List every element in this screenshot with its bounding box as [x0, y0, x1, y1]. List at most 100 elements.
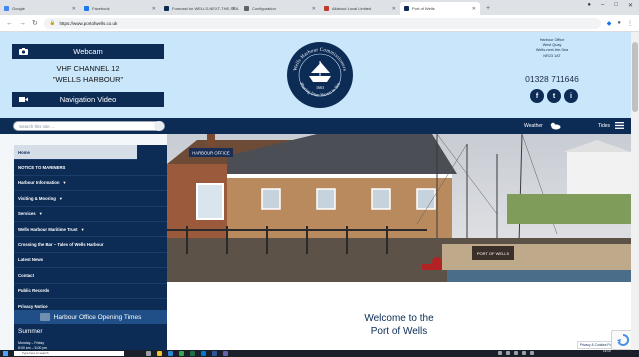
menu-icon[interactable]: ⋮ — [627, 20, 633, 27]
taskbar-clock[interactable]: 13:10 — [603, 349, 611, 354]
sidebar-item-services[interactable]: Services ▼ — [14, 207, 167, 222]
browser-tab[interactable]: Forecast for WELLS-NEXT-THE-SEA ✕ — [160, 2, 240, 15]
maximize-icon[interactable]: □ — [614, 2, 618, 9]
wifi-icon[interactable] — [522, 351, 526, 355]
new-tab-button[interactable]: + — [480, 2, 496, 15]
harbour-office-address: Harbour Office West Quay Wells-next-the-… — [498, 38, 606, 59]
page-scrollbar[interactable] — [631, 32, 639, 350]
minimize-icon[interactable]: – — [601, 2, 604, 9]
mail-icon[interactable] — [168, 351, 173, 356]
close-tab-icon[interactable]: ✕ — [232, 6, 236, 12]
webcam-button[interactable]: Webcam — [12, 44, 164, 59]
close-tab-icon[interactable]: ✕ — [72, 6, 76, 12]
sidebar-item-maritime-trust[interactable]: Wells Harbour Maritime Trust ▼ — [14, 222, 167, 238]
tab-label: Forecast for WELLS-NEXT-THE-SEA — [172, 6, 239, 11]
phone-number[interactable]: 01328 711646 — [498, 74, 606, 84]
instagram-icon[interactable]: i — [564, 89, 578, 103]
sidebar-item-harbour-information[interactable]: Harbour Information ▼ — [14, 176, 167, 192]
close-tab-icon[interactable]: ✕ — [152, 6, 156, 12]
sidebar-item-visiting-mooring[interactable]: Visiting & Mooring ▼ — [14, 191, 167, 207]
chevron-down-icon: ▼ — [62, 180, 67, 186]
close-tab-icon[interactable]: ✕ — [392, 6, 396, 12]
chevron-down-icon: ▼ — [38, 211, 43, 217]
facebook-icon[interactable]: f — [530, 89, 544, 103]
sidebar-item-notice-to-mariners[interactable]: NOTICE TO MARINERS — [14, 160, 167, 176]
forward-icon[interactable]: → — [19, 20, 26, 27]
search-icon[interactable] — [154, 121, 164, 131]
excel-icon[interactable] — [190, 351, 195, 356]
sidebar-item-label: Harbour Information — [18, 180, 60, 186]
sidebar-item-label: Home — [18, 149, 30, 155]
welcome-section: Welcome to the Port of Wells — [167, 282, 631, 350]
volume-icon[interactable] — [530, 351, 534, 355]
close-tab-icon[interactable]: ✕ — [472, 6, 476, 12]
sidebar-item-contact[interactable]: Contact — [14, 268, 167, 284]
browser-tab[interactable]: Google ✕ — [0, 2, 80, 15]
sidebar-menu: Home NOTICE TO MARINERS Harbour Informat… — [14, 145, 167, 357]
sidebar-item-label: Crossing the Bar – Tales of Wells Harbou… — [18, 242, 104, 248]
sidebar-item-crossing-the-bar[interactable]: Crossing the Bar – Tales of Wells Harbou… — [14, 237, 167, 253]
season-heading: Summer — [18, 328, 43, 335]
sidebar-item-label: Visiting & Mooring — [18, 195, 56, 201]
reload-icon[interactable]: ↻ — [32, 19, 38, 27]
hamburger-menu-icon[interactable] — [615, 122, 625, 129]
tray-icon[interactable] — [498, 351, 502, 355]
svg-text:1663: 1663 — [316, 85, 324, 90]
search-placeholder: Search this site ... — [19, 123, 55, 129]
tray-icon[interactable] — [506, 351, 510, 355]
taskbar-search-input[interactable]: Type here to search — [14, 351, 124, 356]
sidebar-item-latest-news[interactable]: Latest News — [14, 253, 167, 269]
tides-label: Tides — [598, 122, 611, 129]
browser-tab-active[interactable]: Port of Wells ✕ — [400, 2, 480, 15]
harbour-photo: HARBOUR OFFICE PORT OF WELLS — [167, 134, 631, 282]
outlook-icon[interactable] — [201, 351, 206, 356]
sidebar-item-label: Privacy Notice — [18, 303, 48, 309]
favicon-icon — [324, 6, 329, 11]
close-window-icon[interactable]: ✕ — [628, 2, 633, 9]
start-menu-icon[interactable] — [3, 351, 8, 356]
tab-label: Configuration — [252, 6, 276, 11]
extension-icon[interactable]: ◆ — [607, 20, 612, 27]
recaptcha-icon — [617, 334, 629, 346]
sidebar-item-public-records[interactable]: Public Records — [14, 284, 167, 299]
sidebar-item-label: Latest News — [18, 257, 44, 263]
browser-tab[interactable]: Allabout Local Limited ✕ — [320, 2, 400, 15]
vhf-callsign: "WELLS HARBOUR" — [52, 75, 124, 84]
scrollbar-thumb[interactable] — [632, 42, 638, 112]
harbour-thumbnail-icon — [39, 313, 50, 321]
sidebar-item-label: NOTICE TO MARINERS — [18, 165, 66, 171]
browser-tab[interactable]: Configuration ✕ — [240, 2, 320, 15]
teams-icon[interactable] — [223, 351, 228, 356]
weather-link[interactable]: Weather — [524, 122, 561, 130]
url-text: https://www.portofwells.co.uk — [59, 20, 118, 26]
vhf-channel: VHF CHANNEL 12 — [56, 64, 120, 73]
back-icon[interactable]: ← — [6, 20, 13, 27]
task-view-icon[interactable] — [146, 351, 151, 356]
tab-label: Google — [12, 6, 25, 11]
word-icon[interactable] — [212, 351, 217, 356]
tray-icon[interactable] — [514, 351, 518, 355]
favicon-icon — [164, 6, 169, 11]
opening-times-title: Harbour Office Opening Times — [53, 313, 142, 321]
site-header: Webcam VHF CHANNEL 12 "WELLS HARBOUR" Na… — [0, 32, 639, 118]
windows-taskbar: Type here to search 13:10 — [0, 349, 639, 357]
navigation-video-button[interactable]: Navigation Video — [12, 92, 164, 107]
window-controls: ● – □ ✕ — [587, 2, 633, 9]
tides-link[interactable]: Tides — [598, 122, 625, 129]
browser-tab[interactable]: Facebook ✕ — [80, 2, 160, 15]
close-tab-icon[interactable]: ✕ — [312, 6, 316, 12]
site-search-input[interactable]: Search this site ... — [13, 121, 165, 131]
harbour-crest-logo[interactable]: Wells Harbour Commissioners Pharing from… — [286, 41, 354, 109]
profile-icon[interactable]: ● — [617, 20, 621, 26]
taskbar-apps — [146, 351, 228, 356]
sidebar-item-home[interactable]: Home — [14, 145, 137, 161]
chevron-down-icon: ▼ — [80, 226, 85, 232]
welcome-heading-line1: Welcome to the — [364, 313, 434, 324]
url-input[interactable]: 🔒 https://www.portofwells.co.uk — [43, 17, 601, 29]
chevron-down-icon: ▼ — [58, 195, 63, 201]
twitter-icon[interactable]: t — [547, 89, 561, 103]
file-explorer-icon[interactable] — [157, 351, 162, 356]
chrome-icon[interactable] — [179, 351, 184, 356]
address-bar: ← → ↻ 🔒 https://www.portofwells.co.uk ◆ … — [0, 15, 639, 32]
account-icon[interactable]: ● — [587, 2, 591, 9]
